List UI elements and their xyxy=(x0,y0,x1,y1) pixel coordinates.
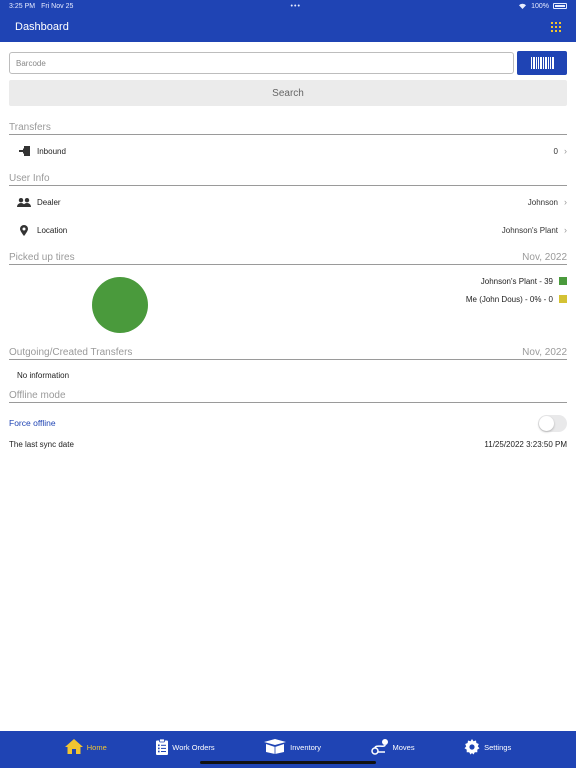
home-indicator xyxy=(200,761,376,764)
clipboard-icon xyxy=(156,738,169,757)
dealer-value: Johnson xyxy=(527,197,558,207)
chevron-right-icon: › xyxy=(564,197,567,207)
outgoing-period: Nov, 2022 xyxy=(522,347,567,358)
scan-barcode-button[interactable] xyxy=(517,51,567,75)
chevron-right-icon: › xyxy=(564,146,567,156)
legend-label: Me (John Dous) - 0% - 0 xyxy=(465,294,553,304)
home-icon xyxy=(64,739,83,756)
page-title: Dashboard xyxy=(15,21,69,33)
offline-mode-title: Offline mode xyxy=(9,390,66,401)
gear-icon xyxy=(464,738,480,757)
no-information-text: No information xyxy=(17,371,70,380)
battery-percent: 100% xyxy=(531,2,549,10)
legend-swatch xyxy=(559,277,567,285)
inbound-count: 0 xyxy=(553,146,558,156)
inbound-label: Inbound xyxy=(37,146,66,156)
status-time: 3:25 PM xyxy=(9,2,36,10)
dealer-row[interactable]: Dealer Johnson › xyxy=(9,189,567,215)
barcode-input[interactable] xyxy=(9,52,514,74)
location-row[interactable]: Location Johnson's Plant › xyxy=(9,217,567,243)
map-pin-icon xyxy=(13,224,35,236)
wifi-icon xyxy=(518,2,527,11)
tab-label: Inventory xyxy=(290,743,321,752)
app-header: 3:25 PM Fri Nov 25 ••• 100% Dashboard xyxy=(0,0,576,42)
toggle-knob xyxy=(539,416,554,431)
box-icon xyxy=(264,739,287,756)
legend-label: Johnson's Plant - 39 xyxy=(480,276,553,286)
outgoing-transfers-section-header: Outgoing/Created Transfers Nov, 2022 xyxy=(9,346,567,360)
picked-up-tires-title: Picked up tires xyxy=(9,252,75,263)
status-bar: 3:25 PM Fri Nov 25 ••• 100% xyxy=(0,0,576,12)
barcode-icon xyxy=(530,57,554,69)
location-value: Johnson's Plant xyxy=(501,225,558,235)
last-sync-label: The last sync date xyxy=(9,440,74,449)
picked-up-tires-period: Nov, 2022 xyxy=(522,252,567,263)
status-date: Fri Nov 25 xyxy=(41,2,74,10)
grid-menu-icon[interactable] xyxy=(551,22,561,32)
dealer-label: Dealer xyxy=(37,197,61,207)
location-label: Location xyxy=(37,225,68,235)
users-icon xyxy=(13,197,35,207)
tab-label: Moves xyxy=(392,743,415,752)
offline-mode-section-header: Offline mode xyxy=(9,389,567,403)
tab-label: Home xyxy=(86,743,107,752)
tab-label: Work Orders xyxy=(172,743,215,752)
last-sync-value: 11/25/2022 3:23:50 PM xyxy=(484,440,567,449)
legend-swatch xyxy=(559,295,567,303)
transfers-title: Transfers xyxy=(9,122,51,133)
user-info-section-header: User Info xyxy=(9,172,567,186)
inbound-row[interactable]: Inbound 0 › xyxy=(9,138,567,164)
legend-item: Me (John Dous) - 0% - 0 xyxy=(466,293,567,305)
legend-item: Johnson's Plant - 39 xyxy=(481,275,567,287)
tab-settings[interactable]: Settings xyxy=(464,738,512,757)
multitasking-dots: ••• xyxy=(290,2,301,10)
tab-work-orders[interactable]: Work Orders xyxy=(156,738,215,757)
tab-home[interactable]: Home xyxy=(64,739,107,756)
chevron-right-icon: › xyxy=(564,225,567,235)
force-offline-label: Force offline xyxy=(9,418,56,428)
tab-inventory[interactable]: Inventory xyxy=(264,739,321,756)
tab-label: Settings xyxy=(484,743,512,752)
nav-bar: Dashboard xyxy=(0,12,576,42)
transfers-section-header: Transfers xyxy=(9,121,567,135)
tab-moves[interactable]: Moves xyxy=(370,738,415,757)
force-offline-toggle[interactable] xyxy=(538,415,567,432)
inbound-icon xyxy=(13,146,35,156)
pie-slice-0 xyxy=(92,277,148,333)
search-button[interactable]: Search xyxy=(9,80,567,106)
outgoing-title: Outgoing/Created Transfers xyxy=(9,347,133,358)
picked-up-tires-section-header: Picked up tires Nov, 2022 xyxy=(9,251,567,265)
picked-up-tires-pie-chart xyxy=(92,277,148,333)
user-info-title: User Info xyxy=(9,173,50,184)
route-icon xyxy=(370,738,389,757)
battery-icon xyxy=(553,3,567,9)
